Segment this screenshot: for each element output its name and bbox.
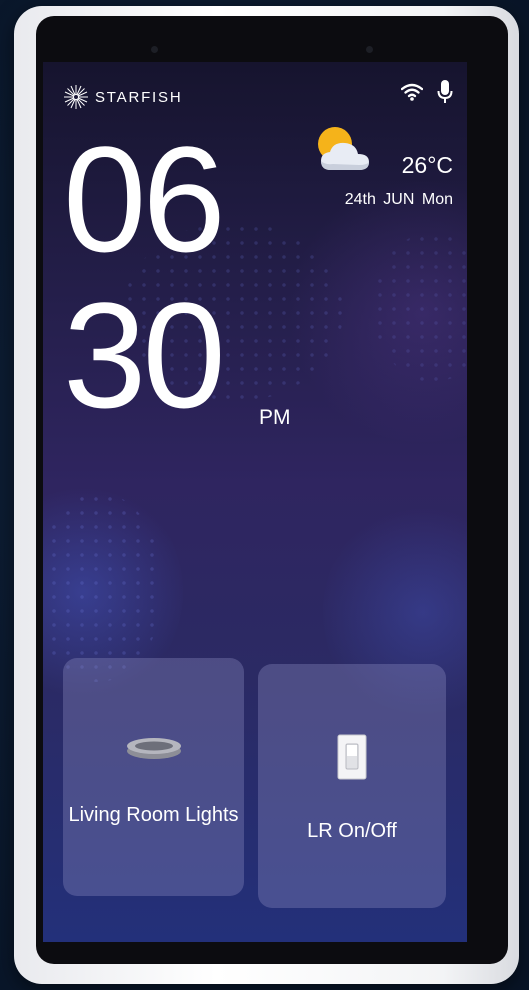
status-bar: [401, 80, 453, 104]
weather-widget[interactable]: 26°C 24th JUN Mon: [313, 124, 453, 214]
clock-minutes: 30: [63, 271, 226, 439]
touch-screen: STARFISH 06 30 PM 26°C 24th JUN Mon Livi…: [43, 62, 467, 942]
starfish-icon: [64, 85, 88, 109]
light-sensor: [366, 46, 373, 53]
tile-lr-on-off[interactable]: LR On/Off: [258, 664, 446, 908]
tile-label: Living Room Lights: [68, 804, 239, 826]
wifi-icon: [401, 83, 423, 101]
ceiling-light-icon: [126, 738, 181, 759]
temperature: 26°C: [401, 152, 453, 178]
camera-sensor: [151, 46, 158, 53]
microphone-icon[interactable]: [437, 80, 453, 104]
date-text: 24th JUN: [344, 191, 415, 208]
date-display: 24th JUN Mon: [345, 191, 453, 209]
tile-label: LR On/Off: [307, 820, 397, 842]
partly-cloudy-icon: [318, 127, 369, 170]
light-switch-icon: [337, 734, 367, 780]
clock-hours: 06: [63, 115, 226, 283]
day-text: Mon: [421, 191, 453, 208]
tile-living-room-lights[interactable]: Living Room Lights: [63, 658, 244, 896]
brand-name: STARFISH: [95, 88, 183, 106]
clock-period: PM: [259, 406, 291, 429]
brand-logo: STARFISH: [63, 84, 182, 110]
